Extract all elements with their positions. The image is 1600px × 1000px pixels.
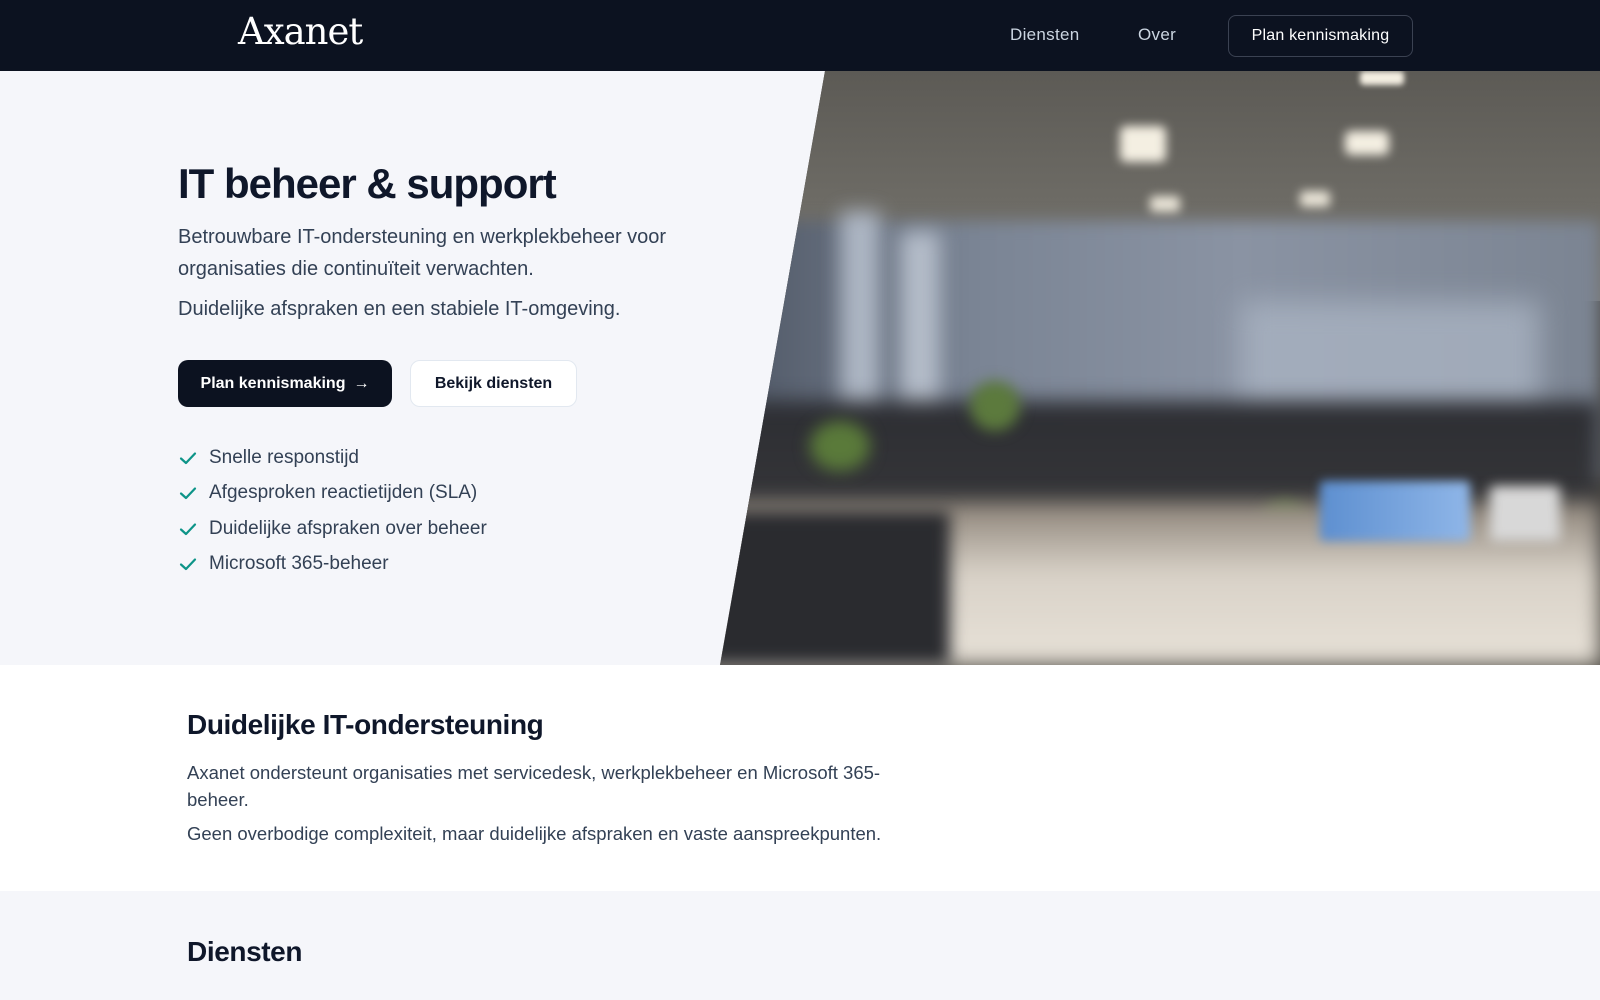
- photo-plant-1: [970, 381, 1020, 431]
- brand-logo[interactable]: Axanet: [238, 10, 363, 54]
- check-icon: [179, 487, 197, 500]
- nav-link-over[interactable]: Over: [1138, 22, 1176, 48]
- photo-ceiling-lamp-2: [1345, 131, 1389, 155]
- list-item: Duidelijke afspraken over beheer: [178, 511, 487, 547]
- arrow-right-icon: →: [353, 374, 370, 392]
- intro-title: Duidelijke IT-ondersteuning: [187, 709, 544, 740]
- photo-plant-2: [810, 421, 870, 471]
- photo-ceiling-lamp-3: [1360, 71, 1404, 85]
- plan-kennismaking-label: Plan kennismaking: [200, 374, 346, 392]
- photo-left-cabinet: [720, 511, 950, 665]
- list-item: Afgesproken reactietijden (SLA): [178, 476, 487, 512]
- hero-section: IT beheer & support Betrouwbare IT-onder…: [0, 71, 1600, 665]
- hero-title: IT beheer & support: [178, 160, 557, 207]
- plan-kennismaking-button[interactable]: Plan kennismaking →: [178, 360, 392, 407]
- nav-link-diensten[interactable]: Diensten: [1010, 22, 1080, 48]
- check-icon: [179, 452, 197, 464]
- photo-laptop-screen: [1320, 481, 1470, 541]
- list-item: Snelle responstijd: [178, 440, 487, 476]
- feature-label: Duidelijke afspraken over beheer: [209, 517, 487, 539]
- intro-section: Duidelijke IT-ondersteuning Axanet onder…: [0, 665, 1600, 891]
- photo-ceiling-lamp-5: [1300, 191, 1330, 207]
- intro-paragraph-2: Geen overbodige complexiteit, maar duide…: [187, 823, 882, 844]
- hero-subtitle-secondary: Duidelijke afspraken en een stabiele IT-…: [178, 298, 621, 320]
- intro-paragraph-1: Axanet ondersteunt organisaties met serv…: [187, 762, 881, 810]
- feature-label: Afgesproken reactietijden (SLA): [209, 482, 478, 504]
- nav-plan-kennismaking-button[interactable]: Plan kennismaking: [1228, 15, 1413, 57]
- photo-right-monitor: [1490, 486, 1560, 541]
- bekijk-diensten-button[interactable]: Bekijk diensten: [410, 360, 577, 407]
- services-section: Diensten: [0, 891, 1600, 1000]
- photo-ceiling-lamp-4: [1150, 196, 1180, 212]
- top-navigation: Axanet Diensten Over Plan kennismaking: [0, 0, 1600, 71]
- photo-ceiling-lamp-1: [1120, 126, 1166, 162]
- feature-label: Snelle responstijd: [209, 446, 359, 468]
- check-icon: [179, 523, 197, 535]
- hero-subtitle: Betrouwbare IT-ondersteuning en werkplek…: [178, 226, 667, 280]
- list-item: Microsoft 365-beheer: [178, 547, 487, 583]
- check-icon: [179, 558, 197, 571]
- services-title: Diensten: [187, 936, 303, 967]
- feature-list: Snelle responstijd Afgesproken reactieti…: [178, 440, 487, 582]
- feature-label: Microsoft 365-beheer: [209, 553, 389, 575]
